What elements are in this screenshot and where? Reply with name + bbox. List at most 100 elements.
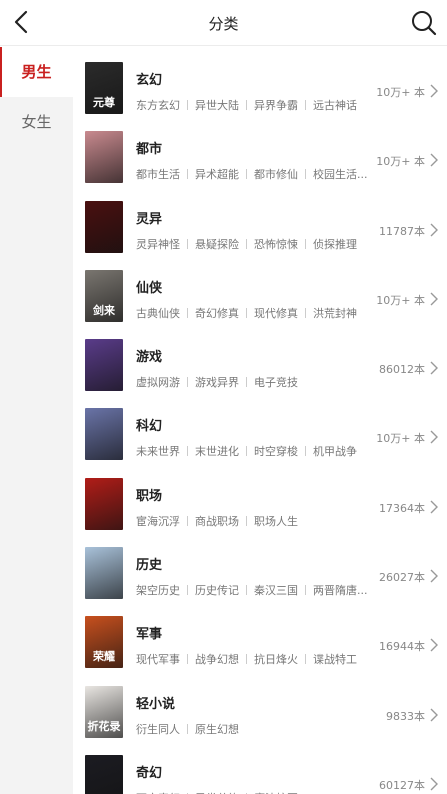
subcategory-tag[interactable]: 异世大陆 [195, 99, 239, 112]
subcategory-tag[interactable]: 现代修真 [254, 307, 298, 320]
subcategory-tag[interactable]: 游戏异界 [195, 376, 239, 389]
book-cover-image [85, 408, 123, 461]
subcategory-tag[interactable]: 都市修仙 [254, 168, 298, 181]
subcategory-tag[interactable]: 校园生活... [313, 168, 368, 181]
tab-female[interactable]: 女生 [0, 97, 73, 147]
chevron-right-icon [430, 84, 438, 98]
subcategory-tag[interactable]: 商战职场 [195, 515, 239, 528]
tag-divider [305, 169, 306, 180]
subcategory-tag[interactable]: 奇幻修真 [195, 307, 239, 320]
chevron-right-icon [430, 777, 438, 791]
subcategory-tag[interactable]: 都市生活 [136, 168, 180, 181]
tag-divider [187, 100, 188, 110]
tag-divider [187, 446, 188, 457]
subcategory-tag[interactable]: 原生幻想 [195, 723, 239, 736]
category-row[interactable]: 历史 架空历史 历史传记 秦汉三国 两晋隋唐... 26027本 [73, 532, 447, 601]
subcategory-tag[interactable]: 恐怖惊悚 [254, 238, 298, 251]
book-count: 26027本 [379, 571, 425, 585]
book-cover-image: 剑来 [85, 269, 123, 322]
tab-male[interactable]: 男生 [0, 47, 73, 97]
chevron-right-icon [430, 361, 438, 375]
subcategory-tag[interactable]: 侦探推理 [313, 238, 357, 251]
subcategory-tag[interactable]: 职场人生 [254, 515, 298, 528]
tag-divider [246, 169, 247, 180]
subcategory-tag[interactable]: 虚拟网游 [136, 376, 180, 389]
subcategory-tag[interactable]: 历史传记 [195, 584, 239, 597]
book-count: 16944本 [379, 640, 425, 654]
tag-divider [246, 238, 247, 249]
subcategory-tag[interactable]: 东方玄幻 [136, 99, 180, 112]
tag-divider [246, 446, 247, 457]
subcategory-tag[interactable]: 电子竞技 [254, 376, 298, 389]
subcategory-tag[interactable]: 末世进化 [195, 445, 239, 458]
book-count: 10万+ 本 [376, 155, 425, 169]
cover-title-text: 荣耀 [93, 650, 115, 664]
book-count: 10万+ 本 [376, 432, 425, 446]
tag-divider [305, 585, 306, 596]
tag-divider [305, 238, 306, 249]
subcategory-tag[interactable]: 战争幻想 [195, 653, 239, 666]
cover-title-text: 元尊 [93, 96, 115, 109]
category-row[interactable]: 游戏虚拟网游 游戏异界 电子竞技 86012本 [73, 324, 447, 393]
subcategory-tag[interactable]: 谍战特工 [313, 653, 357, 666]
category-name: 科幻 [136, 419, 163, 435]
tag-divider [187, 307, 188, 318]
category-row[interactable]: 科幻未来世界 末世进化 时空穿梭 机甲战争 10万+ 本 [73, 393, 447, 462]
subcategory-tag[interactable]: 两晋隋唐... [313, 584, 368, 597]
tag-divider [187, 585, 188, 596]
category-row[interactable]: 剑来 仙侠古典仙侠 奇幻修真 现代修真 洪荒封神 10万+ 本 [73, 255, 447, 324]
gender-sidebar: 男生 女生 [0, 47, 73, 794]
tag-divider [187, 515, 188, 526]
category-row[interactable]: 折花录 轻小说 衍生同人 原生幻想 9833本 [73, 671, 447, 740]
subcategory-tag[interactable]: 衍生同人 [136, 723, 180, 736]
category-name: 仙侠 [136, 280, 163, 296]
subcategory-tag[interactable]: 悬疑探险 [195, 238, 239, 251]
category-row[interactable]: 元尊 玄幻 东方玄幻 异世大陆 异界争霸 远古神话 10万+ 本 [73, 47, 447, 116]
book-count: 60127本 [379, 778, 425, 792]
category-row[interactable]: 荣耀 军事 现代军事 战争幻想 抗日烽火 谍战特工 16944本 [73, 601, 447, 670]
category-name: 游戏 [136, 350, 163, 366]
chevron-right-icon [430, 292, 438, 306]
subcategory-tag[interactable]: 时空穿梭 [254, 445, 298, 458]
category-row[interactable]: 都市都市生活 异术超能 都市修仙 校园生活... 10万+ 本 [73, 116, 447, 185]
search-icon[interactable] [409, 8, 439, 38]
tag-divider [187, 169, 188, 180]
tag-divider [246, 377, 247, 388]
tag-divider [246, 515, 247, 526]
book-count: 9833本 [386, 709, 425, 723]
chevron-right-icon [430, 708, 438, 722]
subcategory-tag[interactable]: 现代军事 [136, 653, 180, 666]
tag-divider [305, 446, 306, 457]
subcategory-tag[interactable]: 架空历史 [136, 584, 180, 597]
book-count: 86012本 [379, 363, 425, 377]
book-cover-image [85, 477, 123, 530]
subcategory-tag[interactable]: 机甲战争 [313, 445, 357, 458]
subcategory-tag[interactable]: 古典仙侠 [136, 307, 180, 320]
subcategory-tags: 虚拟网游 游戏异界 电子竞技 [136, 374, 371, 390]
tag-divider [246, 307, 247, 318]
book-cover-image [85, 131, 123, 184]
subcategory-tag[interactable]: 异界争霸 [254, 99, 298, 112]
subcategory-tag[interactable]: 宦海沉浮 [136, 515, 180, 528]
book-count: 17364本 [379, 501, 425, 515]
book-count: 10万+ 本 [376, 86, 425, 99]
subcategory-tag[interactable]: 洪荒封神 [313, 307, 357, 320]
category-row[interactable]: 奇幻西方奇幻异类兽族魔法校园 60127本 [73, 740, 447, 794]
category-row[interactable]: 灵异 灵异神怪 悬疑探险 恐怖惊悚 侦探推理 11787本 [73, 186, 447, 255]
subcategory-tag[interactable]: 灵异神怪 [136, 238, 180, 251]
subcategory-tag[interactable]: 远古神话 [313, 99, 357, 112]
category-row[interactable]: 职场 宦海沉浮 商战职场 职场人生 17364本 [73, 463, 447, 532]
book-cover-image [85, 547, 123, 600]
top-bar: 分类 [0, 0, 447, 46]
subcategory-tags: 现代军事 战争幻想 抗日烽火 谍战特工 [136, 651, 371, 667]
book-cover-image: 元尊 [85, 62, 123, 114]
tag-divider [246, 100, 247, 110]
cover-title-text: 剑来 [93, 303, 115, 317]
subcategory-tag[interactable]: 抗日烽火 [254, 653, 298, 666]
book-count: 10万+ 本 [376, 293, 425, 307]
subcategory-tag[interactable]: 未来世界 [136, 445, 180, 458]
subcategory-tag[interactable]: 秦汉三国 [254, 584, 298, 597]
category-name: 都市 [136, 142, 163, 158]
subcategory-tag[interactable]: 异术超能 [195, 168, 239, 181]
page-title: 分类 [208, 15, 239, 33]
